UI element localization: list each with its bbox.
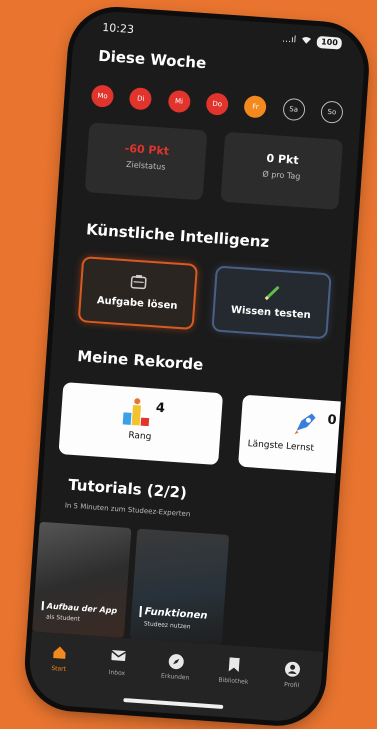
streak-record-card[interactable]: 0 Längste Lernst <box>238 394 353 475</box>
day-do[interactable]: Do <box>205 92 229 116</box>
compass-icon <box>151 652 202 671</box>
tab-erkunden-label: Erkunden <box>160 672 190 682</box>
points-per-day-value: 0 Pkt <box>266 151 300 167</box>
pencil-icon <box>216 280 329 306</box>
status-time: 10:23 <box>101 20 135 37</box>
photo-stage: 10:23 …ıl 100 Diese Woche Mo Di Mi Do Fr… <box>0 0 377 729</box>
video-2-subtitle: Studeez nutzen <box>143 620 191 631</box>
goal-status-card[interactable]: -60 Pkt Zielstatus <box>84 122 208 201</box>
section-title-tutorials: Tutorials (2/2) <box>67 475 188 502</box>
status-icons: …ıl 100 <box>281 34 343 50</box>
home-icon <box>34 644 85 663</box>
goal-status-value: -60 Pkt <box>124 141 170 158</box>
tab-inbox-label: Inbox <box>108 668 126 678</box>
goal-status-label: Zielstatus <box>125 159 166 172</box>
battery-indicator: 100 <box>316 35 343 50</box>
tab-start-label: Start <box>51 664 67 673</box>
test-knowledge-label: Wissen testen <box>230 304 312 322</box>
tutorial-video-2[interactable]: Funktionen Studeez nutzen <box>129 528 230 645</box>
streak-label: Längste Lernst <box>247 439 315 454</box>
tutorial-video-1[interactable]: Aufbau der App als Student <box>31 521 132 638</box>
phone-device: 10:23 …ıl 100 Diese Woche Mo Di Mi Do Fr… <box>26 9 367 724</box>
tab-bibliothek-label: Bibliothek <box>218 676 249 686</box>
bottom-tab-bar: Start Inbox Erkunden Bibliothek Profil <box>26 631 324 724</box>
tab-bibliothek[interactable]: Bibliothek <box>206 656 260 719</box>
day-so[interactable]: So <box>320 100 344 124</box>
solve-task-label: Aufgabe lösen <box>96 295 178 312</box>
section-title-records: Meine Rekorde <box>76 347 204 374</box>
points-per-day-card[interactable]: 0 Pkt Ø pro Tag <box>220 131 344 210</box>
rank-value: 4 <box>155 400 166 417</box>
solve-task-button[interactable]: Aufgabe lösen <box>77 256 199 331</box>
streak-value: 0 <box>326 412 338 429</box>
video-2-title: Funktionen <box>139 605 208 622</box>
section-title-week: Diese Woche <box>97 46 207 73</box>
camera-scan-icon <box>82 270 195 296</box>
video-1-subtitle: als Student <box>45 613 81 623</box>
points-per-day-label: Ø pro Tag <box>262 169 301 182</box>
day-di[interactable]: Di <box>129 87 153 111</box>
day-sa[interactable]: Sa <box>281 97 306 122</box>
bookmark-icon <box>209 656 260 675</box>
wifi-icon <box>301 35 313 48</box>
section-title-ai: Künstliche Intelligenz <box>85 220 270 252</box>
podium-icon <box>120 396 152 432</box>
weekday-row: Mo Di Mi Do Fr Sa So <box>90 84 344 124</box>
signal-icon: …ıl <box>281 34 297 46</box>
test-knowledge-button[interactable]: Wissen testen <box>211 265 332 340</box>
app-screen: 10:23 …ıl 100 Diese Woche Mo Di Mi Do Fr… <box>26 9 367 724</box>
user-icon <box>267 660 318 679</box>
rocket-icon <box>290 408 320 442</box>
day-mi[interactable]: Mi <box>167 89 191 114</box>
tab-profil[interactable]: Profil <box>264 660 318 723</box>
rank-record-card[interactable]: 4 Rang <box>58 382 224 466</box>
mail-icon <box>92 648 143 667</box>
tab-start[interactable]: Start <box>31 644 85 707</box>
tab-profil-label: Profil <box>283 681 300 690</box>
day-fr[interactable]: Fr <box>243 95 268 119</box>
tutorials-subtitle: In 5 Minuten zum Studeez-Experten <box>64 501 191 519</box>
day-mo[interactable]: Mo <box>90 84 115 108</box>
